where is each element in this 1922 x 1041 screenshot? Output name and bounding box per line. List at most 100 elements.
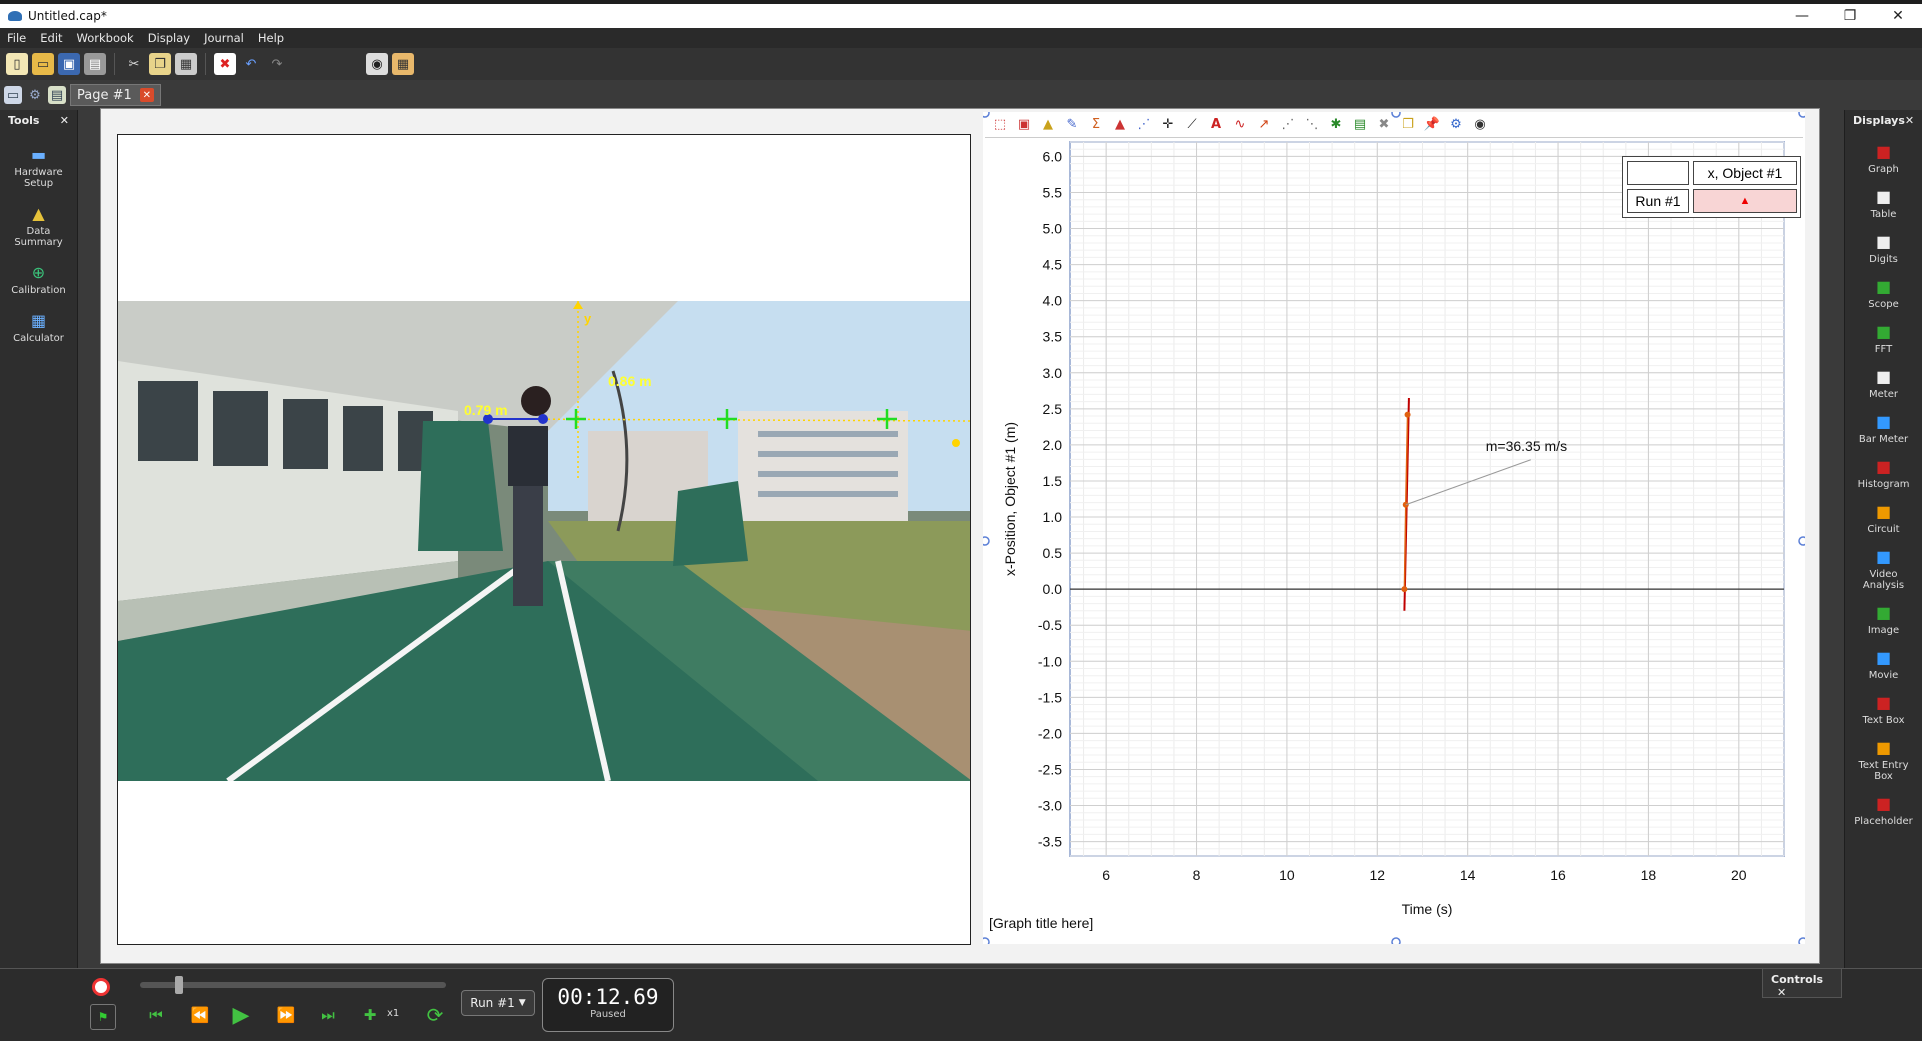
menu-journal[interactable]: Journal [197,31,251,45]
x-tick-label: 16 [1550,867,1566,883]
display-label: Circuit [1867,524,1900,535]
journal-icon[interactable]: ▦ [392,53,414,75]
y-tick-label: -2.0 [1038,725,1062,741]
skip-to-end-icon[interactable]: ⏭ [316,1003,340,1027]
display-circuit[interactable]: ■ Circuit [1845,501,1922,535]
menu-edit[interactable]: Edit [33,31,69,45]
tool-calculator[interactable]: ▦ Calculator [0,310,77,344]
legend-series-header: x, Object #1 [1693,161,1797,185]
close-icon[interactable]: ✕ [1874,4,1922,28]
display-scope[interactable]: ■ Scope [1845,276,1922,310]
save-icon[interactable]: ▣ [58,53,80,75]
tool-data-summary[interactable]: ▲ Data Summary [0,203,77,248]
tool-calibration[interactable]: ⊕ Calibration [0,262,77,296]
controls-panel-close-icon[interactable]: ✕ [1777,986,1786,999]
playback-slider-thumb[interactable] [175,976,183,994]
new-file-icon[interactable]: ▯ [6,53,28,75]
display-label: Image [1867,625,1900,636]
loop-icon[interactable]: ⟳ [423,1003,447,1027]
position-time-graph[interactable]: 6 8 10 12 14 16 18 20 6.0 5.5 5.0 4.5 4.0 3.5 3.0 2.5 2.… [983,112,1805,944]
cut-icon[interactable]: ✂ [123,53,145,75]
controls-panel-title: Controls [1771,973,1824,986]
y-tick-label: -3.5 [1038,834,1062,850]
resize-handle [1391,937,1401,944]
data-point [1401,586,1408,593]
play-icon[interactable]: ▶ [229,1003,253,1028]
graph-legend[interactable]: x, Object #1 Run #1 ▲ [1622,156,1801,218]
open-folder-icon[interactable]: ▭ [32,53,54,75]
settings-gear-icon[interactable]: ⚙ [26,86,44,104]
video-analysis-display[interactable]: 0.79 m 0.86 m y [117,134,971,945]
resize-handle [983,112,990,118]
menu-display[interactable]: Display [141,31,197,45]
menu-file[interactable]: File [0,31,33,45]
page-layout-icon[interactable]: ▤ [48,86,66,104]
fast-forward-icon[interactable]: ⏩ [274,1003,298,1027]
camera-icon[interactable]: ◉ [366,53,388,75]
redo-icon[interactable]: ↷ [266,53,288,75]
display-digits[interactable]: ■ Digits [1845,231,1922,265]
tab-close-icon[interactable]: ✕ [139,88,154,102]
data-flag-icon[interactable]: ⚑ [90,1004,116,1030]
graph-title-placeholder: [Graph title here] [989,915,1093,931]
tools-panel-close-icon[interactable]: ✕ [60,114,69,127]
playback-speed-icon[interactable]: ✚ [358,1003,382,1027]
record-icon[interactable] [92,978,110,996]
display-histogram[interactable]: ■ Histogram [1845,456,1922,490]
display-image[interactable]: ■ Image [1845,602,1922,636]
skip-to-start-icon[interactable]: ⏮ [144,1003,168,1027]
delete-icon[interactable]: ✖ [214,53,236,75]
image-icon: ■ [1875,602,1892,622]
display-label: Scope [1868,299,1899,310]
copy-icon[interactable]: ❐ [149,53,171,75]
display-placeholder[interactable]: ■ Placeholder [1845,793,1922,827]
display-video-analysis[interactable]: ■ Video Analysis [1845,546,1922,591]
separator [114,53,115,75]
y-tick-label: -1.0 [1038,653,1062,669]
page-view-icon[interactable]: ▭ [4,86,22,104]
tab-page-1[interactable]: Page #1 ✕ [70,84,161,106]
placeholder-icon: ■ [1875,793,1892,813]
page-tab-row: ▭ ⚙ ▤ Page #1 ✕ [0,82,1922,108]
x-tick-label: 6 [1102,867,1110,883]
display-table[interactable]: ■ Table [1845,186,1922,220]
print-icon[interactable]: ▤ [84,53,106,75]
maximize-icon[interactable]: ❐ [1826,4,1874,28]
display-fft[interactable]: ■ FFT [1845,321,1922,355]
calculator-icon: ▦ [30,310,47,330]
y-axis-marker-label: y [584,311,592,326]
display-movie[interactable]: ■ Movie [1845,647,1922,681]
video-analysis-icon: ■ [1875,546,1892,566]
y-tick-label: 4.0 [1043,293,1063,309]
playback-slider[interactable] [140,982,446,988]
tool-hardware-setup[interactable]: ▬ Hardware Setup [0,144,77,189]
display-bar-meter[interactable]: ■ Bar Meter [1845,411,1922,445]
resize-handle [1798,536,1805,546]
x-tick-label: 14 [1460,867,1476,883]
playback-speed-label: x1 [387,1008,400,1019]
video-frame-image: 0.79 m 0.86 m y [118,301,970,781]
paste-icon[interactable]: ▦ [175,53,197,75]
display-text-entry-box[interactable]: ■ Text Entry Box [1845,737,1922,782]
graph-icon: ■ [1875,141,1892,161]
menu-help[interactable]: Help [251,31,291,45]
displays-panel-close-icon[interactable]: ✕ [1905,114,1914,127]
legend-empty-cell [1627,161,1689,185]
minimize-icon[interactable]: — [1778,4,1826,28]
text-entry-box-icon: ■ [1875,737,1892,757]
display-text-box[interactable]: ■ Text Box [1845,692,1922,726]
resize-handle [983,536,990,546]
display-meter[interactable]: ■ Meter [1845,366,1922,400]
tool-label: Hardware Setup [14,167,63,189]
time-value: 00:12.69 [557,985,659,1009]
y-tick-label: 4.5 [1043,257,1063,273]
undo-icon[interactable]: ↶ [240,53,262,75]
display-label: Movie [1868,670,1899,681]
rewind-icon[interactable]: ⏪ [188,1003,212,1027]
menu-workbook[interactable]: Workbook [70,31,141,45]
run-select[interactable]: Run #1 ▼ [461,990,535,1016]
display-graph[interactable]: ■ Graph [1845,141,1922,175]
y-tick-label: 2.0 [1043,437,1063,453]
y-tick-label: 3.5 [1043,329,1063,345]
display-label: Table [1870,209,1897,220]
